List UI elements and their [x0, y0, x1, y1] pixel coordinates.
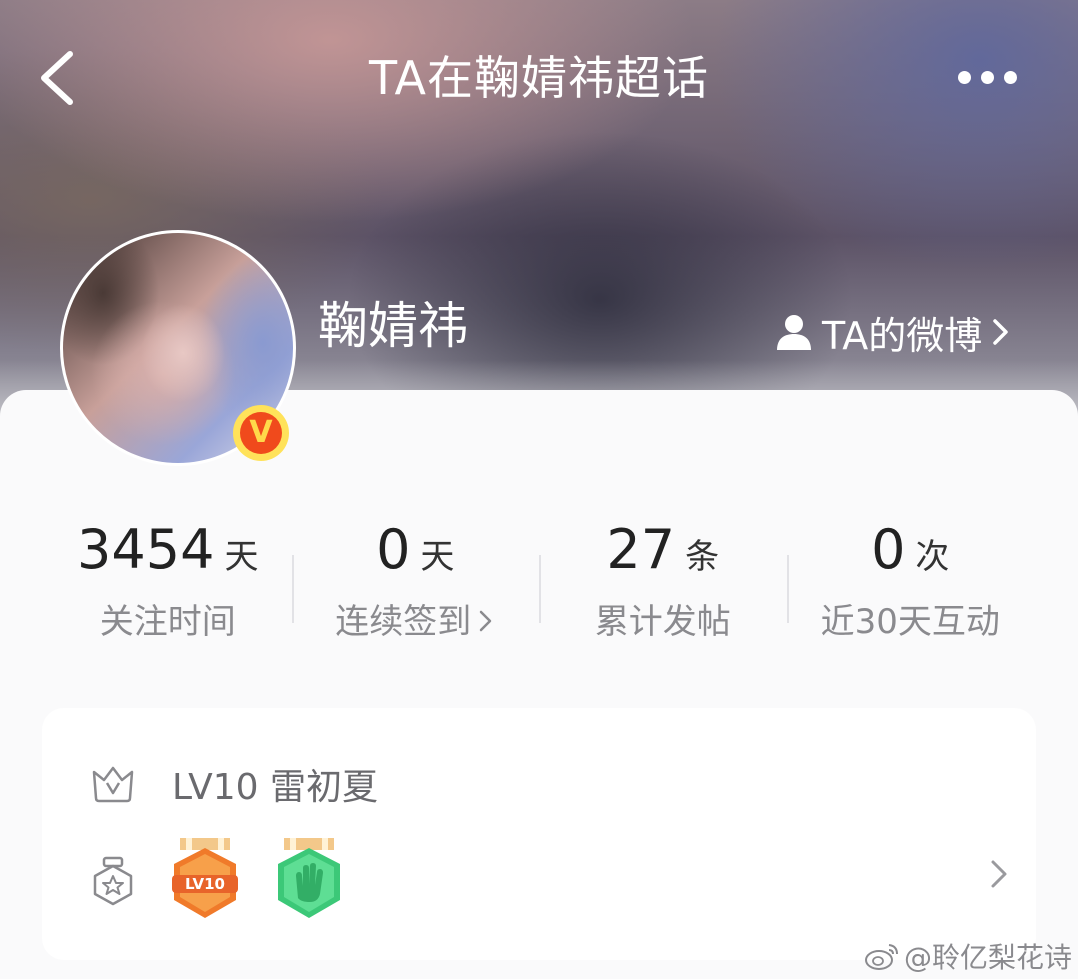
stat-value: 27 [606, 518, 676, 581]
badge-row-chevron[interactable] [988, 856, 1010, 896]
watermark-text: @聆亿梨花诗 [904, 941, 1073, 974]
ta-weibo-link[interactable]: TA的微博 [774, 304, 1012, 360]
stat-value: 0 [871, 518, 906, 581]
stat-label: 累计发帖 [594, 602, 731, 642]
crown-v-icon [92, 766, 134, 803]
watermark: @聆亿梨花诗 [864, 936, 1072, 976]
verified-badge: V [233, 405, 289, 461]
stat-label: 关注时间 [99, 602, 236, 642]
avatar[interactable]: V [60, 230, 296, 466]
lv10-medal[interactable]: LV10 [170, 838, 240, 924]
level-text: LV10 雷初夏 [172, 767, 378, 808]
stat-unit: 天 [420, 537, 455, 577]
stat-value: 3454 [77, 518, 215, 581]
wave-hand-medal[interactable] [274, 838, 344, 924]
stat-posts: 27 条 累计发帖 [539, 505, 787, 675]
stat-checkin[interactable]: 0天 连续签到 [291, 505, 540, 675]
stat-unit: 次 [915, 537, 950, 577]
more-button[interactable] [958, 60, 1038, 94]
stat-unit: 天 [224, 537, 259, 577]
stats-row: 3454 天 关注时间 0天 连续签到 27 条 累计发帖 0次 近30天互动 [44, 505, 1034, 675]
chevron-right-icon [993, 319, 1009, 345]
stat-follow-time: 3454 天 关注时间 [44, 505, 292, 675]
more-dots-icon [981, 70, 994, 84]
chevron-right-icon [991, 860, 1007, 888]
lv10-medal-text: LV10 [185, 875, 225, 893]
page-title: TA在鞠婧祎超话 [369, 51, 709, 105]
stat-value: 0 [376, 518, 411, 581]
chevron-right-icon [480, 610, 492, 632]
badge-row[interactable]: LV10 [90, 838, 1010, 924]
level-card: LV10 雷初夏 LV10 [42, 708, 1036, 960]
user-icon [777, 315, 811, 350]
stat-interactions: 0次 近30天互动 [786, 505, 1035, 675]
more-dots-icon [958, 70, 971, 84]
medal-star-icon [93, 856, 133, 906]
stat-unit: 条 [685, 537, 720, 577]
stat-label: 连续签到 [335, 602, 472, 642]
level-row[interactable]: LV10 雷初夏 [90, 758, 378, 810]
user-name: 鞠婧祎 [318, 297, 468, 355]
weibo-logo-icon [865, 944, 898, 970]
ta-weibo-label: TA的微博 [822, 313, 983, 358]
verified-v-icon: V [240, 412, 282, 454]
more-dots-icon [1004, 70, 1017, 84]
stat-label: 近30天互动 [820, 602, 1000, 642]
